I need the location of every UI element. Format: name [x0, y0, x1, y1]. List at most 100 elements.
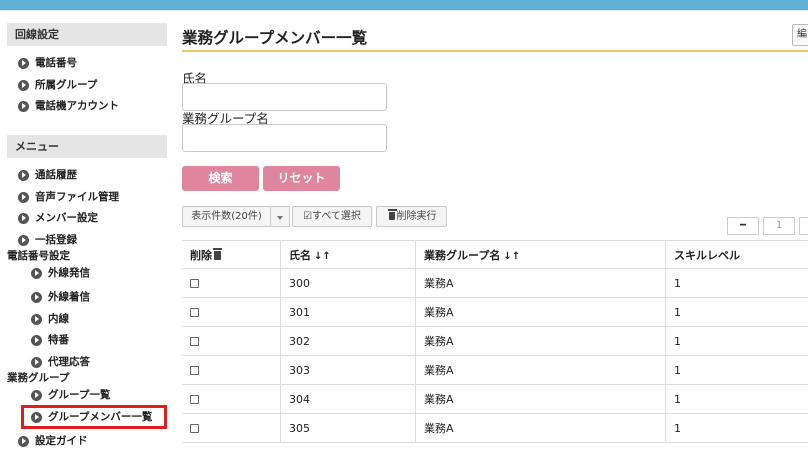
- header-label: 氏名: [289, 249, 311, 262]
- sidebar-group-business: 業務グループ: [7, 372, 70, 384]
- sidebar-item-label: 特番: [48, 334, 69, 346]
- delete-cell: [182, 327, 280, 355]
- name-cell: 303: [280, 356, 415, 384]
- group-cell: 業務A: [415, 269, 665, 297]
- group-cell: 業務A: [415, 356, 665, 384]
- sidebar-item-setup-guide[interactable]: 設定ガイド: [18, 433, 88, 449]
- page-title: 業務グループメンバー一覧: [182, 29, 368, 47]
- chevron-right-icon: [18, 212, 29, 224]
- name-input[interactable]: [182, 83, 387, 111]
- row-checkbox[interactable]: [190, 278, 199, 288]
- header-group-name[interactable]: 業務グループ名 ↓↑: [415, 241, 665, 268]
- pager-prev-button[interactable]: ━: [727, 217, 759, 235]
- header-label: 削除: [190, 249, 212, 262]
- name-cell: 301: [280, 298, 415, 326]
- chevron-right-icon: [18, 100, 29, 112]
- title-divider: [182, 50, 808, 52]
- chevron-right-icon: [31, 334, 42, 346]
- sidebar-item-call-history[interactable]: 通話履歴: [18, 167, 77, 183]
- chevron-right-icon: [18, 169, 29, 181]
- active-item-highlight: [21, 405, 167, 429]
- sidebar-item-special-number[interactable]: 特番: [31, 332, 69, 348]
- skill-cell: 1: [665, 298, 808, 326]
- sidebar-item-group-list[interactable]: グループ一覧: [31, 387, 110, 403]
- sidebar-group-phone-settings: 電話番号設定: [7, 250, 70, 262]
- pager-page-1[interactable]: 1: [763, 217, 795, 235]
- sidebar-item-group-affiliation[interactable]: 所属グループ: [18, 77, 97, 93]
- sidebar-item-label: 設定ガイド: [35, 435, 88, 447]
- display-count-select[interactable]: 表示件数(20件): [182, 206, 271, 227]
- sidebar-item-label: 電話番号: [35, 57, 77, 69]
- table-row: 300 業務A 1: [182, 269, 808, 298]
- sidebar-item-label: 音声ファイル管理: [35, 191, 119, 203]
- sidebar-item-label: 外線発信: [48, 267, 90, 279]
- skill-cell: 1: [665, 327, 808, 355]
- row-checkbox[interactable]: [190, 336, 199, 346]
- group-name-input[interactable]: [182, 124, 387, 152]
- header-label: 業務グループ名: [424, 249, 501, 262]
- row-checkbox[interactable]: [190, 365, 199, 375]
- reset-button[interactable]: リセット: [263, 166, 340, 191]
- table-row: 305 業務A 1: [182, 414, 808, 443]
- chevron-right-icon: [18, 79, 29, 91]
- sidebar-item-phone-number[interactable]: 電話番号: [18, 55, 77, 71]
- sidebar: 回線設定 電話番号 所属グループ 電話機アカウント メニュー 通話履歴 音声ファ…: [0, 11, 175, 447]
- chevron-down-icon[interactable]: [271, 206, 290, 227]
- sort-icon[interactable]: ↓↑: [503, 251, 520, 262]
- row-checkbox[interactable]: [190, 307, 199, 317]
- chevron-right-icon: [31, 291, 42, 303]
- check-square-icon: ☑: [303, 211, 313, 222]
- name-cell: 300: [280, 269, 415, 297]
- delete-cell: [182, 385, 280, 413]
- sidebar-item-outgoing[interactable]: 外線発信: [31, 265, 90, 281]
- name-cell: 304: [280, 385, 415, 413]
- pager-next-button[interactable]: [799, 217, 808, 235]
- table-header-row: 削除 氏名 ↓↑ 業務グループ名 ↓↑ スキルレベル: [182, 240, 808, 269]
- delete-cell: [182, 356, 280, 384]
- sidebar-item-bulk-register[interactable]: 一括登録: [18, 232, 77, 248]
- sidebar-item-incoming[interactable]: 外線着信: [31, 289, 90, 305]
- edit-button[interactable]: 編: [792, 24, 808, 46]
- name-cell: 305: [280, 414, 415, 442]
- chevron-right-icon: [18, 435, 29, 447]
- skill-cell: 1: [665, 269, 808, 297]
- sidebar-item-label: 電話機アカウント: [35, 100, 119, 112]
- delete-cell: [182, 269, 280, 297]
- skill-cell: 1: [665, 414, 808, 442]
- chevron-right-icon: [31, 313, 42, 325]
- skill-cell: 1: [665, 385, 808, 413]
- row-checkbox[interactable]: [190, 423, 199, 433]
- group-cell: 業務A: [415, 414, 665, 442]
- chevron-right-icon: [18, 234, 29, 246]
- sidebar-item-label: 一括登録: [35, 234, 77, 246]
- sidebar-section-menu: メニュー: [7, 135, 167, 158]
- table-row: 303 業務A 1: [182, 356, 808, 385]
- header-skill-level: スキルレベル: [665, 241, 808, 268]
- header-name[interactable]: 氏名 ↓↑: [280, 241, 415, 268]
- delete-execute-button[interactable]: 削除実行: [376, 206, 447, 227]
- sort-icon[interactable]: ↓↑: [314, 251, 331, 262]
- sidebar-item-phone-account[interactable]: 電話機アカウント: [18, 98, 119, 114]
- group-cell: 業務A: [415, 385, 665, 413]
- sidebar-item-member-settings[interactable]: メンバー設定: [18, 210, 98, 226]
- name-cell: 302: [280, 327, 415, 355]
- sidebar-section-line: 回線設定: [7, 23, 167, 46]
- trash-icon: [213, 248, 222, 260]
- sidebar-item-proxy-answer[interactable]: 代理応答: [31, 354, 90, 370]
- search-button[interactable]: 検索: [182, 166, 259, 191]
- row-checkbox[interactable]: [190, 394, 199, 404]
- group-cell: 業務A: [415, 327, 665, 355]
- select-all-button[interactable]: ☑すべて選択: [292, 206, 372, 227]
- select-all-label: すべて選択: [312, 211, 361, 222]
- sidebar-item-extension[interactable]: 内線: [31, 311, 69, 327]
- chevron-right-icon: [31, 267, 42, 279]
- delete-cell: [182, 414, 280, 442]
- header-delete: 削除: [182, 241, 280, 268]
- delete-execute-label: 削除実行: [396, 211, 437, 222]
- chevron-right-icon: [31, 389, 42, 401]
- sidebar-item-label: 通話履歴: [35, 169, 77, 181]
- delete-cell: [182, 298, 280, 326]
- sidebar-item-label: 所属グループ: [35, 79, 98, 91]
- sidebar-item-audio-files[interactable]: 音声ファイル管理: [18, 189, 119, 205]
- table-row: 302 業務A 1: [182, 327, 808, 356]
